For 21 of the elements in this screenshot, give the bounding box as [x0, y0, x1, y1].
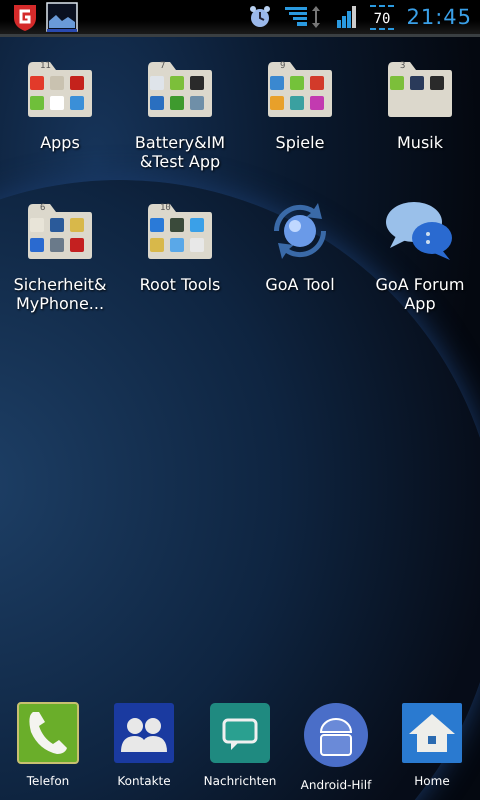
app-label: Root Tools: [138, 275, 222, 294]
folder-count: 9: [280, 61, 286, 71]
folder-count: 6: [40, 203, 46, 213]
app-label: Sicherheit& MyPhone...: [12, 275, 108, 313]
dock-label: Home: [414, 774, 450, 788]
folder-count: 11: [40, 61, 51, 71]
app-label: Spiele: [274, 133, 326, 152]
dock-label: Android-Hilf: [300, 778, 372, 792]
dock-label: Nachrichten: [204, 774, 276, 788]
folder-count: 7: [160, 61, 166, 71]
app-label: GoA Tool: [264, 275, 336, 294]
dock-label: Telefon: [26, 774, 70, 788]
app-label: Apps: [39, 133, 81, 152]
battery-indicator: 70: [370, 4, 394, 30]
app-label: Battery&IM &Test App: [134, 133, 226, 171]
folder-count: 3: [400, 61, 406, 71]
folder-count: 10: [160, 203, 171, 213]
app-label: Musik: [396, 133, 444, 152]
clock-time: 21:45: [406, 5, 472, 29]
dock-label: Kontakte: [117, 774, 171, 788]
app-label: GoA Forum App: [374, 275, 466, 313]
